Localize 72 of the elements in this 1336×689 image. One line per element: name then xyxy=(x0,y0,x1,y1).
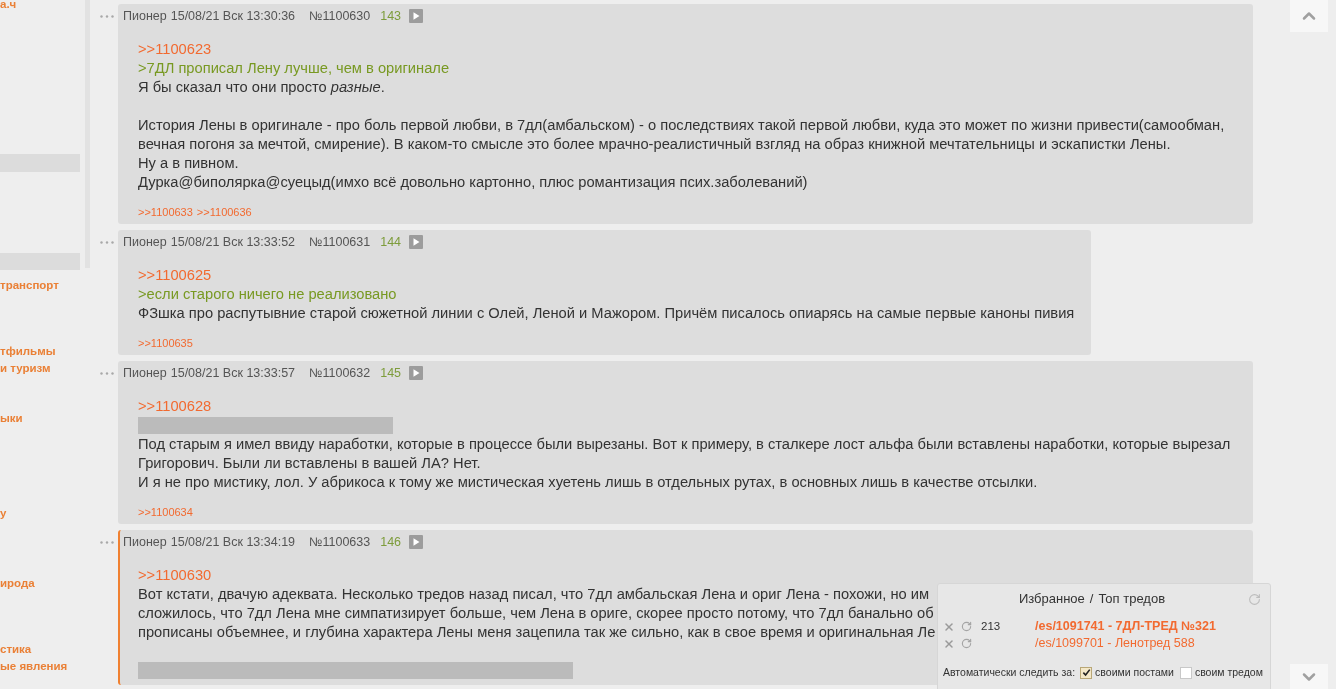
post-author: Пионер xyxy=(123,533,167,551)
board-link[interactable]: транспорт xyxy=(0,277,59,294)
reply-link[interactable]: >>1100625 xyxy=(138,266,212,285)
board-link[interactable]: стика xyxy=(0,641,32,658)
reply-link[interactable]: >>1100634 xyxy=(138,505,193,519)
post-index: 144 xyxy=(380,233,402,251)
post-number-link[interactable]: №1100632 xyxy=(309,363,371,383)
reply-link[interactable]: >>1100628 xyxy=(138,397,212,416)
post-text: Я бы сказал что они просто разные. xyxy=(138,78,385,97)
post-text: И я не про мистику, лол. У абрикоса к тому же мистическая хуетень лишь в отдельных рутах, в основных лишь в качестве отсылки. xyxy=(138,473,1038,492)
checkmark-icon xyxy=(1081,668,1091,677)
post-date: 15/08/21 Вск 13:33:57 xyxy=(170,364,296,382)
new-posts-count: 213 xyxy=(981,618,1001,634)
thread-link[interactable]: /es/1091741 - 7ДЛ-ТРЕД №321 xyxy=(1035,617,1216,636)
ellipsis-icon[interactable] xyxy=(100,15,114,18)
checkbox[interactable] xyxy=(1179,666,1192,679)
ellipsis-icon[interactable] xyxy=(100,241,114,244)
post-author: Пионер xyxy=(123,364,167,382)
post-index: 145 xyxy=(380,364,402,382)
ellipsis-icon[interactable] xyxy=(100,541,114,544)
scroll-up-button[interactable] xyxy=(1290,0,1328,32)
post-text: сложилось, что 7дл Лена мне симпатизирует больше, чем Лена в ориге, скорее просто потому, что 7дл банально об xyxy=(138,604,934,623)
reply-link[interactable]: >>1100635 xyxy=(138,336,193,350)
post-number-link[interactable]: №1100631 xyxy=(309,232,371,252)
panel-tab[interactable]: Топ тредов xyxy=(1098,589,1166,609)
post-index: 143 xyxy=(380,7,402,25)
quote-text: >если старого ничего не реализовано xyxy=(138,285,397,304)
post-date: 15/08/21 Вск 13:33:52 xyxy=(170,233,296,251)
post-author: Пионер xyxy=(123,233,167,251)
post-text: ФЗшка про распутывние старой сюжетной линии с Олей, Леной и Мажором. Причём писалось опиарясь на самые первые каноны пивия xyxy=(138,304,1075,323)
board-link[interactable]: ые явления xyxy=(0,658,68,675)
reply-link[interactable]: >>1100623 xyxy=(138,40,212,59)
board-link[interactable]: тфильмы xyxy=(0,343,56,360)
post-text: Ну а в пивном. xyxy=(138,154,239,173)
play-icon[interactable] xyxy=(409,9,424,23)
scroll-down-button[interactable] xyxy=(1290,664,1328,689)
post-date: 15/08/21 Вск 13:34:19 xyxy=(170,533,296,551)
close-icon[interactable] xyxy=(943,620,955,633)
board-link[interactable]: а.ч xyxy=(0,0,17,12)
board-link[interactable]: у xyxy=(0,505,7,522)
checkbox-label[interactable]: своим тредом xyxy=(1194,664,1263,681)
play-icon[interactable] xyxy=(409,235,424,249)
close-icon[interactable] xyxy=(943,637,955,650)
ellipsis-icon[interactable] xyxy=(100,372,114,375)
post-index: 146 xyxy=(380,533,402,551)
play-icon[interactable] xyxy=(409,535,424,549)
post-number-link[interactable]: №1100630 xyxy=(309,6,371,26)
post-text: Вот кстати, двачую адеквата. Несколько тредов назад писал, что 7дл амбальская Лена и ориг Лена - похожи, но им xyxy=(138,585,930,604)
post-number-link[interactable]: №1100633 xyxy=(309,532,371,552)
checkbox-label[interactable]: своими постами xyxy=(1095,664,1174,681)
board-link[interactable]: ыки xyxy=(0,410,23,427)
board-link[interactable]: ирода xyxy=(0,575,35,592)
tab-separator: / xyxy=(1089,590,1094,609)
panel-tab[interactable]: Избранное xyxy=(1018,589,1085,609)
post-text: История Лены в оригинале - про боль первой любви, в 7дл(амбальском) - о последствиях такой первой любви, куда это может по жизни привести(самообман, вечная погоня за мечтой, смирение). В каком-то смысле это более мрачно-реалистичный взгляд на образ книжной мечтательницы и эскапистки Лены. xyxy=(138,116,1226,154)
quote-text: >7ДЛ прописал Лену лучше, чем в оригинале xyxy=(138,59,450,78)
post-text: прописаны объемнее, и глубина характера Лены меня зацепила так же сильно, как в свое время и оригинальная Ле xyxy=(138,623,936,642)
post-text: Под старым я имел ввиду наработки, которые в процессе были вырезаны. Вот к примеру, в сталкере лост альфа были вставлены наработки, которые вырезал Григорович. Были ли вставлены в вашей ЛА? Нет. xyxy=(138,435,1232,473)
reply-link[interactable]: >>1100633 xyxy=(138,205,193,219)
checkbox[interactable] xyxy=(1080,666,1093,679)
post-date: 15/08/21 Вск 13:30:36 xyxy=(170,7,296,25)
post-author: Пионер xyxy=(123,7,167,25)
refresh-icon[interactable] xyxy=(1248,593,1261,606)
post-text: Дурка@биполярка@суецыд(имхо всё довольно картонно, плюс романтизация псих.заболеваний) xyxy=(138,173,808,192)
reply-link[interactable]: >>1100636 xyxy=(196,205,252,219)
auto-watch-label: Автоматически следить за: xyxy=(943,664,1076,680)
play-icon[interactable] xyxy=(409,366,424,380)
refresh-icon[interactable] xyxy=(961,621,972,632)
reply-link[interactable]: >>1100630 xyxy=(138,566,212,585)
refresh-icon[interactable] xyxy=(961,638,972,649)
board-link[interactable]: и туризм xyxy=(0,360,51,377)
thread-link[interactable]: /es/1099701 - Ленотред 588 xyxy=(1035,634,1195,653)
